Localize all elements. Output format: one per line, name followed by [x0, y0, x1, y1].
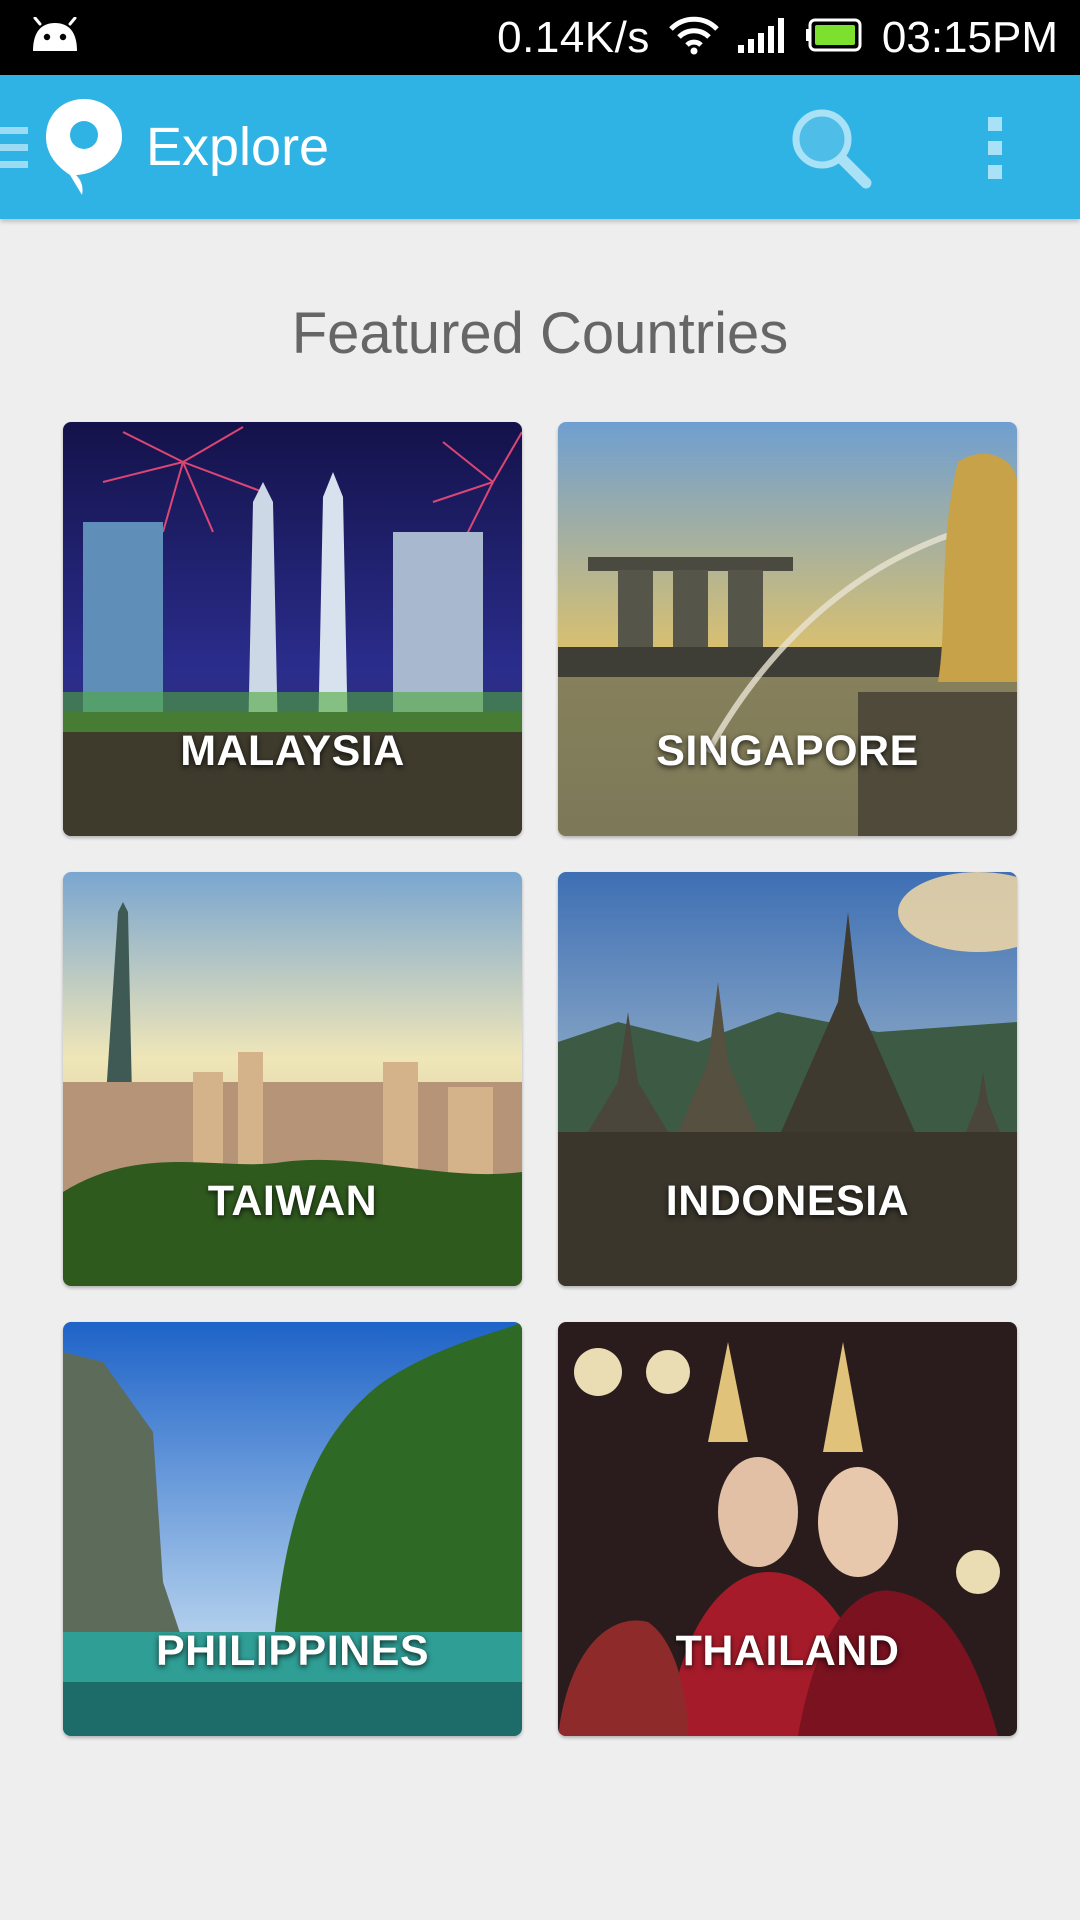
country-name: INDONESIA	[665, 1177, 910, 1225]
status-right: 0.14K/s 03:15PM	[497, 15, 1058, 60]
country-card-malaysia[interactable]: MALAYSIA	[63, 422, 522, 836]
country-card-singapore[interactable]: SINGAPORE	[558, 422, 1017, 836]
country-card-thailand[interactable]: THAILAND	[558, 1322, 1017, 1736]
status-bar: 0.14K/s 03:15PM	[0, 0, 1080, 75]
section-title: Featured Countries	[291, 301, 789, 366]
overflow-menu-icon[interactable]	[986, 117, 1006, 186]
wifi-icon	[668, 15, 720, 60]
country-card-philippines[interactable]: PHILIPPINES	[63, 1322, 522, 1736]
country-name: THAILAND	[675, 1627, 900, 1675]
app-bar: Explore	[0, 75, 1080, 219]
country-name: SINGAPORE	[656, 727, 919, 775]
location-pin-icon[interactable]	[44, 97, 124, 202]
status-left	[30, 16, 80, 58]
drawer-icon[interactable]	[0, 125, 30, 176]
country-name: PHILIPPINES	[155, 1627, 430, 1675]
search-icon[interactable]	[786, 103, 876, 198]
signal-icon	[737, 17, 788, 58]
country-card-indonesia[interactable]: INDONESIA	[558, 872, 1017, 1286]
clock: 03:15PM	[881, 12, 1058, 62]
android-icon	[30, 16, 80, 58]
country-name: MALAYSIA	[180, 727, 405, 775]
country-card-taiwan[interactable]: TAIWAN	[63, 872, 522, 1286]
app-title: Explore	[146, 117, 330, 177]
country-name: TAIWAN	[207, 1177, 378, 1225]
battery-icon	[805, 18, 864, 57]
network-speed: 0.14K/s	[497, 12, 650, 62]
